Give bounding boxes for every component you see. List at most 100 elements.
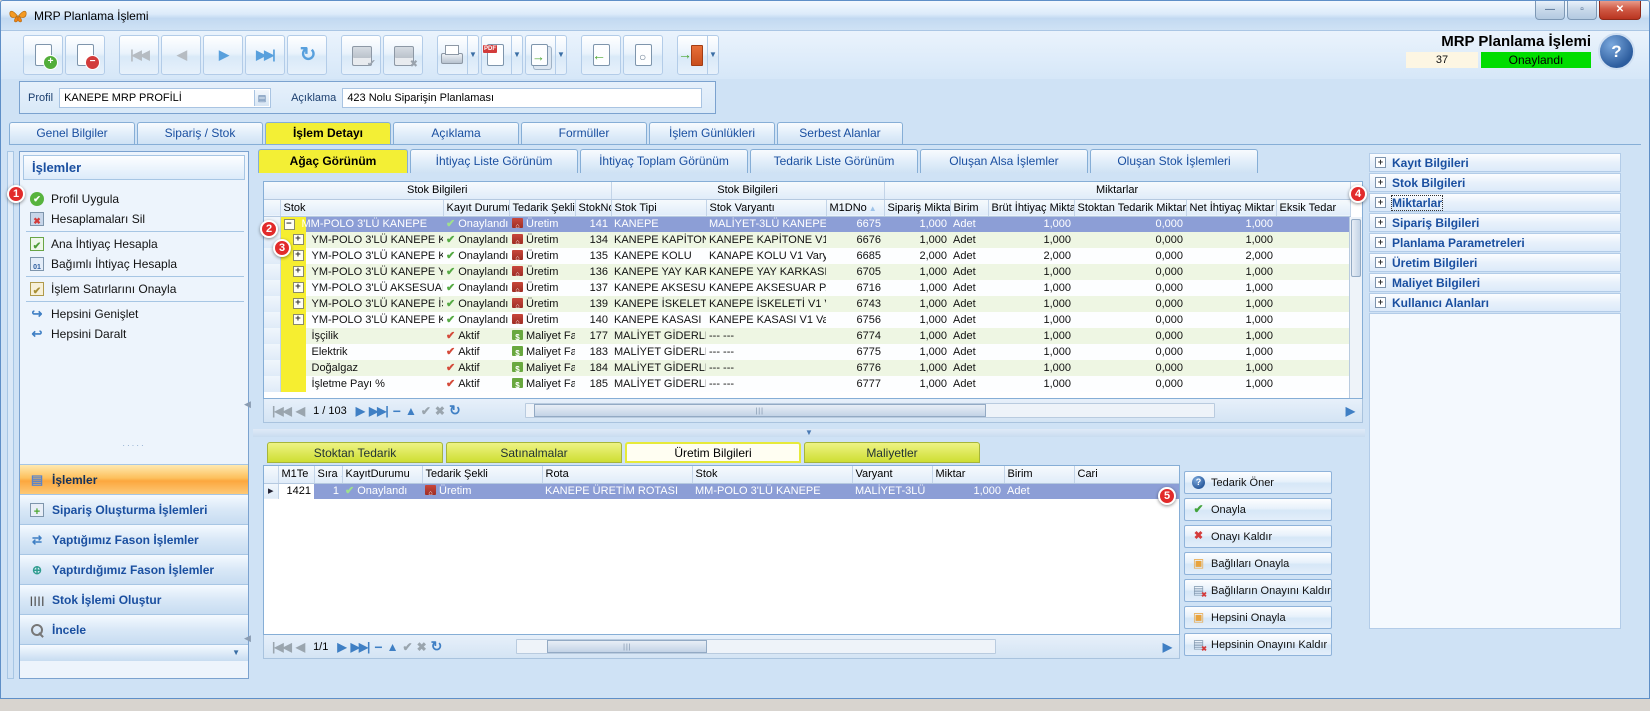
edit-row-icon[interactable]: ▲ [405, 404, 416, 418]
pager-first-icon[interactable]: |◀◀ [272, 640, 291, 654]
main-tab[interactable]: Formüller [521, 122, 647, 144]
expand-plus-icon[interactable]: + [1375, 197, 1386, 208]
expand-plus-icon[interactable]: + [1375, 237, 1386, 248]
toolbar-button[interactable]: ▼ [383, 35, 423, 75]
remove-row-icon[interactable]: − [374, 639, 381, 655]
hscroll-right-icon[interactable]: ▶ [1163, 640, 1171, 654]
action-item[interactable]: Bağımlı İhtiyaç Hesapla [26, 254, 244, 277]
col-varyant[interactable]: Varyant [852, 466, 932, 483]
help-button[interactable]: ? [1598, 33, 1635, 70]
col-m1dno[interactable]: M1DNo▲ [826, 199, 884, 216]
table-row[interactable]: YM-POLO 3'LÜ KANEPE KAS ✔Onaylandı Üreti… [264, 312, 1350, 328]
accordion-item[interactable]: İşlemler [20, 464, 248, 494]
toolbar-button[interactable]: ▼ [581, 35, 621, 75]
tree-expander-icon[interactable] [293, 314, 304, 325]
detail-action-button[interactable]: Hepsini Onayla [1184, 606, 1332, 629]
col-eksik-tedarik[interactable]: Eksik Tedar [1276, 199, 1350, 216]
remove-row-icon[interactable]: − [393, 403, 400, 419]
cancel-edit-icon[interactable]: ✖ [417, 640, 426, 654]
accordion-item[interactable]: Yaptığımız Fason İşlemler [20, 524, 248, 554]
action-item[interactable]: Hepsini Daralt [26, 324, 244, 344]
table-row[interactable]: İşçilik ✔Aktif Maliyet Fa 177 MALİYET Gİ… [264, 328, 1350, 344]
col-net-ihtiyac[interactable]: Net İhtiyaç Miktar [1186, 199, 1276, 216]
pager-last-icon[interactable]: ▶▶| [351, 640, 370, 654]
table-row[interactable]: YM-POLO 3'LÜ KANEPE İSKİ ✔Onaylandı Üret… [264, 296, 1350, 312]
pager-next-icon[interactable]: ▶ [356, 404, 364, 418]
tree-grid-hscrollbar[interactable]: ||| [525, 403, 1215, 418]
aciklama-input[interactable]: 423 Nolu Siparişin Planlaması [342, 88, 702, 108]
field-group-item[interactable]: + Kullanıcı Alanları [1369, 293, 1621, 312]
field-group-item[interactable]: + Miktarlar [1369, 193, 1621, 212]
detail-action-button[interactable]: Onayı Kaldır [1184, 525, 1332, 548]
profil-input[interactable]: KANEPE MRP PROFİLİ ▤ [59, 88, 271, 108]
col-stok-tipi[interactable]: Stok Tipi [611, 199, 706, 216]
edit-row-icon[interactable]: ▲ [387, 640, 398, 654]
view-tab[interactable]: Ağaç Görünüm [258, 149, 408, 173]
close-button[interactable]: ✕ [1599, 1, 1641, 20]
detail-action-button[interactable]: Bağlıları Onayla [1184, 552, 1332, 575]
toolbar-button[interactable]: ▼ [119, 35, 159, 75]
tree-expander-icon[interactable] [293, 298, 304, 309]
col-m1te[interactable]: M1Te [278, 466, 314, 483]
table-row[interactable]: YM-POLO 3'LÜ KANEPE KOL ✔Onaylandı Üreti… [264, 248, 1350, 264]
view-tab[interactable]: İhtiyaç Liste Görünüm [410, 149, 578, 173]
col-stok-varyanti[interactable]: Stok Varyantı [706, 199, 826, 216]
tree-expander-icon[interactable] [284, 219, 295, 230]
table-row[interactable]: Elektrik ✔Aktif Maliyet Fa 183 MALİYET G… [264, 344, 1350, 360]
panel-collapse-icon[interactable]: ◀ [244, 399, 251, 410]
expand-plus-icon[interactable]: + [1375, 277, 1386, 288]
col-kayit-durumu[interactable]: Kayıt Durumu [443, 199, 509, 216]
action-item[interactable]: İşlem Satırlarını Onayla [26, 279, 244, 302]
detail-tab[interactable]: Satınalmalar [446, 442, 622, 463]
main-tab[interactable]: Genel Bilgiler [9, 122, 135, 144]
accordion-item[interactable]: Stok İşlemi Oluştur [20, 584, 248, 614]
dropdown-arrow-icon[interactable]: ▼ [707, 36, 718, 74]
toolbar-button[interactable]: ▼ [437, 35, 479, 75]
panel-splitter[interactable]: ····· [20, 441, 248, 450]
tree-expander-icon[interactable] [293, 250, 304, 261]
toolbar-button[interactable]: ▼ [23, 35, 63, 75]
action-item[interactable]: Hesaplamaları Sil [26, 209, 244, 232]
col-siparis-miktar[interactable]: Sipariş Miktar [884, 199, 950, 216]
col-miktar[interactable]: Miktar [932, 466, 1004, 483]
pager-first-icon[interactable]: |◀◀ [272, 404, 291, 418]
detail-tab[interactable]: Üretim Bilgileri [625, 442, 801, 463]
table-row[interactable]: ▸ 1421 1 ✔Onaylandı Üretim KANEPE ÜRETİM… [264, 483, 1179, 499]
expand-plus-icon[interactable]: + [1375, 257, 1386, 268]
field-group-item[interactable]: + Stok Bilgileri [1369, 173, 1621, 192]
pager-prev-icon[interactable]: ◀ [296, 404, 304, 418]
toolbar-button[interactable]: ▼ [525, 35, 567, 75]
col-stok[interactable]: Stok [692, 466, 852, 483]
detail-tab[interactable]: Maliyetler [804, 442, 980, 463]
main-tab[interactable]: Serbest Alanlar [777, 122, 903, 144]
tree-expander-icon[interactable] [293, 282, 304, 293]
accordion-item[interactable]: İncele [20, 614, 248, 644]
detail-tab[interactable]: Stoktan Tedarik [267, 442, 443, 463]
field-group-item[interactable]: + Planlama Parametreleri [1369, 233, 1621, 252]
table-row[interactable]: Doğalgaz ✔Aktif Maliyet Fa 184 MALİYET G… [264, 360, 1350, 376]
col-birim[interactable]: Birim [1004, 466, 1074, 483]
accordion-item[interactable]: Sipariş Oluşturma İşlemleri [20, 494, 248, 524]
horizontal-splitter[interactable]: ▼ [253, 429, 1365, 437]
col-sira[interactable]: Sıra▲ [314, 466, 342, 483]
col-tedarik-sekli[interactable]: Tedarik Şekli [509, 199, 575, 216]
tree-grid-vscrollbar[interactable] [1349, 217, 1362, 398]
detail-grid-hscrollbar[interactable]: ||| [516, 639, 996, 654]
main-tab[interactable]: Sipariş / Stok [137, 122, 263, 144]
pager-prev-icon[interactable]: ◀ [296, 640, 304, 654]
toolbar-button[interactable]: ▼ [203, 35, 243, 75]
profil-lookup-icon[interactable]: ▤ [254, 90, 269, 106]
field-group-item[interactable]: + Kayıt Bilgileri [1369, 153, 1621, 172]
toolbar-button[interactable]: ▼ [481, 35, 523, 75]
accordion-item[interactable]: Yaptırdığımız Fason İşlemler [20, 554, 248, 584]
view-tab[interactable]: Tedarik Liste Görünüm [750, 149, 918, 173]
accordion-overflow[interactable]: ▼ [20, 644, 248, 661]
expand-plus-icon[interactable]: + [1375, 297, 1386, 308]
view-tab[interactable]: Oluşan Stok İşlemleri [1090, 149, 1258, 173]
main-tab[interactable]: Açıklama [393, 122, 519, 144]
action-item[interactable]: Profil Uygula [26, 189, 244, 209]
table-row[interactable]: YM-POLO 3'LÜ AKSESUAR V ✔Onaylandı Üreti… [264, 280, 1350, 296]
table-row[interactable]: YM-POLO 3'LÜ KANEPE KAP ✔Onaylandı Üreti… [264, 232, 1350, 248]
table-row[interactable]: MM-POLO 3'LÜ KANEPE ✔Onaylandı Üretim 14… [264, 216, 1350, 232]
pager-next-icon[interactable]: ▶ [337, 640, 345, 654]
